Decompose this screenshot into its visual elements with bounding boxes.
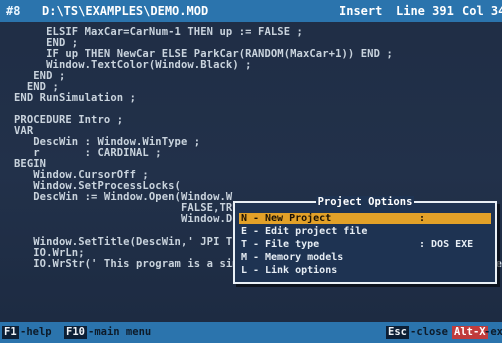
f10-key[interactable]: F10 <box>64 326 87 339</box>
menu-item-label: New Project <box>265 213 332 224</box>
menu-item-label: File type <box>265 239 320 250</box>
close-label: -close <box>410 326 448 338</box>
editor-screen: #8 D:\TS\EXAMPLES\DEMO.MOD Insert Line 3… <box>0 0 502 343</box>
menu-item-separator: - <box>253 239 260 250</box>
menu-item-separator: - <box>253 213 260 224</box>
exit-label: -ex <box>484 326 502 338</box>
menu-item-memory-models[interactable]: M - Memory models <box>239 252 491 263</box>
f1-key[interactable]: F1 <box>2 326 19 339</box>
menu-item-edit-project-file[interactable]: E - Edit project file <box>239 226 491 237</box>
menu-item-file-type[interactable]: T - File type : DOS EXE <box>239 239 491 250</box>
menu-item-separator: - <box>253 226 260 237</box>
file-path: D:\TS\EXAMPLES\DEMO.MOD <box>42 4 209 18</box>
code-line: END RunSimulation ; <box>14 92 137 104</box>
menu-item-link-options[interactable]: L - Link options <box>239 265 491 276</box>
menu-item-label: Memory models <box>265 252 344 263</box>
project-options-dialog: Project Options N - New Project: E - Edit pro… <box>233 196 497 284</box>
menu-item-separator: - <box>253 252 260 263</box>
column-indicator: Col 34 <box>462 4 502 18</box>
main-menu-label: -main menu <box>88 326 152 338</box>
alt-x-key[interactable]: Alt-X <box>452 326 488 339</box>
menu-item-hotkey: N <box>241 213 248 224</box>
menu-item-new-project[interactable]: N - New Project: <box>239 213 491 224</box>
menu-item-label: Link options <box>265 265 338 276</box>
menu-item-label: Edit project file <box>265 226 368 237</box>
status-bar: F1 -help F10 -main menu Esc -close Alt-X… <box>0 322 502 343</box>
edit-mode-indicator: Insert <box>339 4 383 18</box>
window-number: #8 <box>6 4 21 18</box>
dialog-title: Project Options <box>235 195 495 209</box>
menu-item-value: : DOS EXE <box>419 239 474 250</box>
menu-item-hotkey: T <box>241 239 248 250</box>
dialog-title-text: Project Options <box>315 196 415 208</box>
help-label: -help <box>20 326 52 338</box>
menu-item-hotkey: L <box>241 265 248 276</box>
menu-item-separator: - <box>253 265 260 276</box>
menu-item-hotkey: M <box>241 252 248 263</box>
line-indicator: Line 391 <box>396 4 454 18</box>
menu-item-value: : <box>419 213 426 224</box>
code-line: Window.Dou <box>14 213 246 225</box>
menu-item-hotkey: E <box>241 226 248 237</box>
esc-key[interactable]: Esc <box>386 326 409 339</box>
title-bar: #8 D:\TS\EXAMPLES\DEMO.MOD Insert Line 3… <box>0 0 502 22</box>
